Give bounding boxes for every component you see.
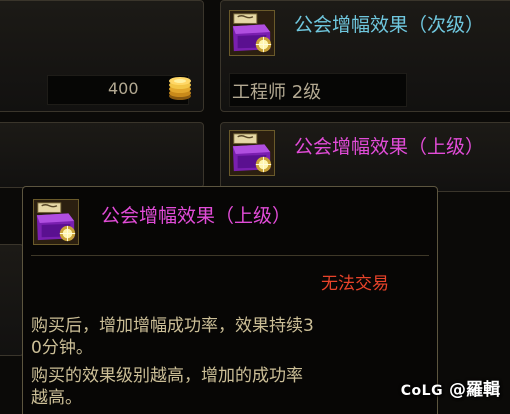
guild-amplify-item-icon — [33, 199, 79, 245]
tooltip-title: 公会增幅效果（上级） — [101, 205, 292, 227]
item-title-secondary: 公会增幅效果（次级） — [294, 14, 485, 36]
price-amount: 400 — [108, 79, 139, 98]
description-line-2: 0分钟。 — [31, 338, 93, 358]
item-requirement: 工程师 2级 — [232, 82, 322, 103]
item-tooltip: 公会增幅效果（上级） 无法交易 购买后，增加增幅成功率，效果持续3 0分钟。 购… — [22, 186, 438, 414]
item-title-superior: 公会增幅效果（上级） — [294, 136, 485, 158]
description-line-4: 越高。 — [31, 388, 82, 408]
tooltip-divider — [31, 255, 429, 256]
guild-amplify-item-icon[interactable] — [229, 130, 275, 176]
description-line-3: 购买的效果级别越高，增加的成功率 — [31, 366, 303, 386]
description-line-1: 购买后，增加增幅成功率，效果持续3 — [31, 316, 314, 336]
shop-slot-left-2[interactable] — [0, 122, 204, 188]
watermark: CoLG @羅輯 — [401, 375, 500, 400]
trade-status: 无法交易 — [321, 274, 389, 294]
colg-logo: CoLG — [400, 383, 444, 399]
gold-coin-icon — [166, 74, 194, 102]
guild-amplify-item-icon[interactable] — [229, 10, 275, 56]
shop-slot-left-3[interactable] — [0, 244, 24, 356]
watermark-user: @羅輯 — [449, 380, 500, 400]
